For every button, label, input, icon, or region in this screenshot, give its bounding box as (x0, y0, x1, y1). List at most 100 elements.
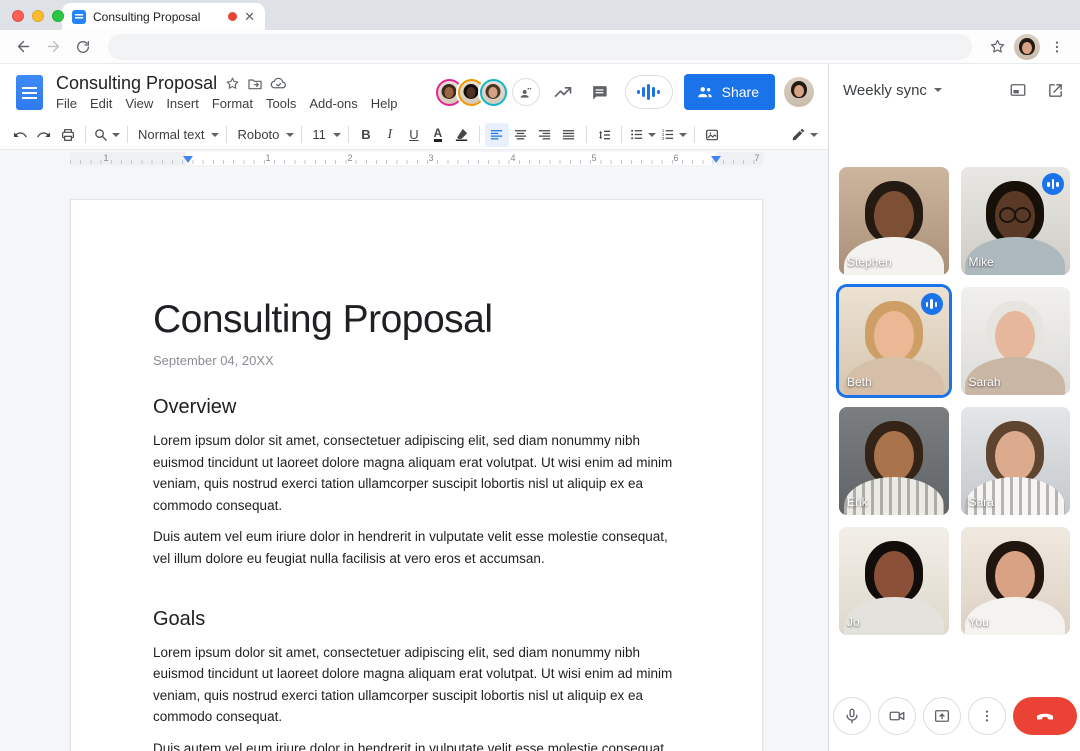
ruler-mark: 1 (103, 153, 109, 163)
window-close-button[interactable] (12, 10, 24, 22)
speaking-indicator-icon (1042, 173, 1064, 195)
document-section: Goals Lorem ipsum dolor sit amet, consec… (153, 606, 680, 751)
hidden-collaborators-icon[interactable] (511, 78, 540, 106)
browser-menu-icon[interactable] (1044, 34, 1070, 60)
tile-beth[interactable]: Beth (839, 287, 949, 395)
ruler-mark: 2 (347, 153, 353, 163)
right-indent-marker[interactable] (711, 156, 721, 163)
share-button-label: Share (721, 84, 759, 100)
menu-view[interactable]: View (125, 96, 153, 111)
bulleted-list-button[interactable] (627, 123, 658, 147)
tab-title: Consulting Proposal (93, 9, 201, 24)
tab-close-icon[interactable]: ✕ (244, 10, 255, 23)
tile-stephen[interactable]: Stephen (839, 167, 949, 275)
back-button[interactable] (10, 34, 36, 60)
more-options-button[interactable] (967, 697, 1006, 735)
open-in-new-icon[interactable] (1047, 82, 1064, 99)
menu-add-ons[interactable]: Add-ons (309, 96, 357, 111)
tile-mike[interactable]: Mike (960, 167, 1070, 275)
paragraph-style-selector[interactable]: Normal text (133, 123, 221, 147)
address-bar[interactable] (108, 33, 972, 60)
ruler-ticks (70, 160, 763, 164)
person-face (873, 311, 914, 361)
collaborator-avatar[interactable] (479, 78, 507, 106)
text-color-button[interactable]: A (426, 123, 450, 147)
tile-jo[interactable]: Jo (839, 527, 949, 635)
participant-grid: Stephen Mike Beth Sarah Erik Sara Jo You (839, 167, 1070, 635)
reload-button[interactable] (70, 34, 96, 60)
picture-in-picture-icon[interactable] (1009, 81, 1027, 99)
participant-name: You (968, 615, 989, 629)
meet-header: Weekly sync (829, 64, 1080, 99)
insert-image-button[interactable] (700, 123, 724, 147)
menu-file[interactable]: File (56, 96, 77, 111)
section-heading: Goals (153, 607, 206, 630)
camera-button[interactable] (877, 697, 916, 735)
forward-button[interactable] (40, 34, 66, 60)
bookmark-star-icon[interactable] (984, 34, 1010, 60)
comments-icon[interactable] (586, 78, 614, 106)
zoom-selector[interactable] (91, 123, 122, 147)
menu-edit[interactable]: Edit (90, 96, 112, 111)
font-size-selector[interactable]: 11 (307, 123, 343, 147)
window-zoom-button[interactable] (52, 10, 64, 22)
menu-format[interactable]: Format (212, 96, 253, 111)
meet-panel: Weekly sync Stephen Mike Beth Sarah Erik… (828, 64, 1080, 751)
section-heading: Overview (153, 396, 237, 418)
underline-button[interactable]: U (402, 123, 426, 147)
menu-tools[interactable]: Tools (266, 96, 296, 111)
document-title[interactable]: Consulting Proposal (56, 73, 217, 94)
star-document-icon[interactable] (225, 76, 240, 91)
paragraph: Lorem ipsum dolor sit amet, consectetuer… (153, 433, 673, 513)
justify-button[interactable] (557, 123, 581, 147)
person-face (995, 431, 1036, 481)
present-screen-button[interactable] (922, 697, 961, 735)
meeting-name[interactable]: Weekly sync (843, 82, 927, 99)
participant-name: Sara (968, 495, 994, 509)
align-center-button[interactable] (509, 123, 533, 147)
tile-you[interactable]: You (960, 527, 1070, 635)
document-canvas: Consulting Proposal September 04, 20XX O… (0, 168, 828, 751)
menu-insert[interactable]: Insert (166, 96, 199, 111)
font-selector[interactable]: Roboto (232, 123, 296, 147)
share-button[interactable]: Share (683, 74, 775, 110)
document-page[interactable]: Consulting Proposal September 04, 20XX O… (70, 199, 763, 751)
call-audio-button[interactable] (624, 75, 673, 109)
left-indent-marker[interactable] (183, 156, 193, 163)
highlight-color-button[interactable] (450, 123, 474, 147)
activity-dashboard-icon[interactable] (549, 78, 577, 106)
end-call-button[interactable] (1012, 697, 1077, 735)
docs-profile-avatar[interactable] (784, 77, 814, 107)
tile-sara[interactable]: Sara (960, 407, 1070, 515)
undo-button[interactable] (8, 123, 32, 147)
chevron-down-icon[interactable] (933, 88, 942, 92)
browser-tab[interactable]: Consulting Proposal ✕ (62, 3, 265, 30)
align-right-button[interactable] (533, 123, 557, 147)
tile-sarah[interactable]: Sarah (960, 287, 1070, 395)
participant-name: Beth (847, 375, 872, 389)
cloud-saved-icon[interactable] (270, 75, 287, 92)
menubar: File Edit View Insert Format Tools Add-ons Help (56, 96, 411, 111)
browser-profile-avatar[interactable] (1014, 33, 1040, 60)
tab-recording-indicator-icon (228, 12, 238, 21)
participant-name: Sarah (968, 375, 1001, 389)
redo-button[interactable] (32, 123, 56, 147)
align-left-button[interactable] (484, 122, 509, 147)
tile-erik[interactable]: Erik (839, 407, 949, 515)
document-section: Overview Lorem ipsum dolor sit amet, con… (153, 394, 680, 570)
docs-logo-icon[interactable] (16, 74, 43, 110)
window-minimize-button[interactable] (32, 10, 44, 22)
ruler-mark: 7 (754, 153, 760, 163)
editing-mode-selector[interactable] (789, 123, 820, 147)
ruler-mark: 3 (428, 153, 434, 163)
microphone-button[interactable] (832, 697, 871, 735)
print-button[interactable] (56, 123, 80, 147)
line-spacing-button[interactable] (592, 123, 616, 147)
menu-help[interactable]: Help (371, 96, 398, 111)
bold-button[interactable]: B (354, 123, 378, 147)
move-folder-icon[interactable] (247, 76, 263, 92)
ruler: 1 1 2 3 4 5 6 7 (0, 150, 828, 168)
italic-button[interactable]: I (378, 123, 402, 147)
screen: Consulting Proposal ✕ Consulting Proposa… (0, 0, 1080, 751)
numbered-list-button[interactable]: 123 (658, 123, 689, 147)
